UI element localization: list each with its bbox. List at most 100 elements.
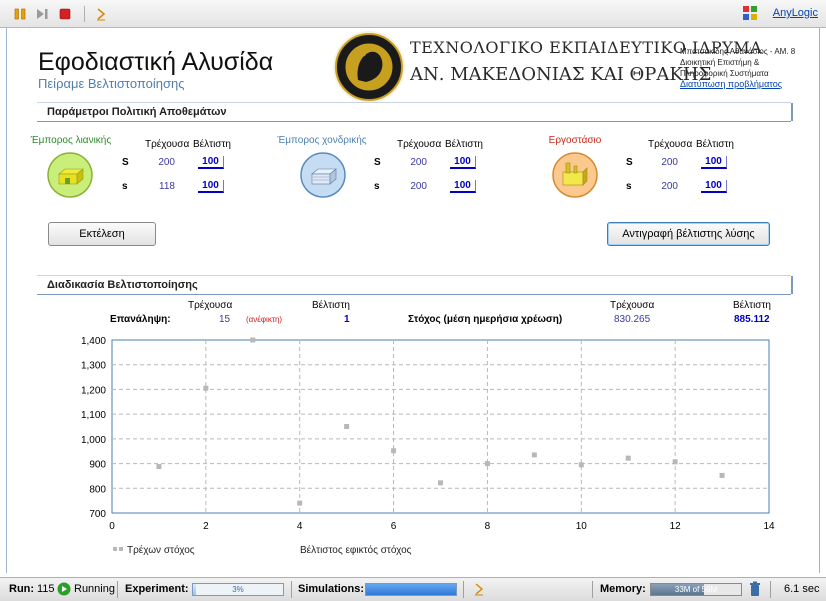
data-point	[438, 480, 443, 486]
agent-label-wholesale: Έμπορος χονδρικής	[277, 135, 367, 146]
running-status: Running	[74, 583, 115, 595]
x-tick-label: 6	[391, 521, 397, 532]
retail-S-current: 200	[158, 157, 175, 168]
x-tick-label: 0	[109, 521, 115, 532]
y-tick-label: 900	[89, 460, 106, 471]
data-point	[719, 472, 725, 478]
x-tick-label: 10	[576, 521, 588, 532]
col-best-header: Βέλτιστη	[193, 139, 231, 150]
params-section-header: Παράμετροι Πολιτική Αποθεμάτων	[37, 102, 793, 122]
retail-store-icon	[47, 152, 93, 198]
pause-icon[interactable]	[12, 6, 28, 22]
data-point	[250, 337, 256, 343]
data-point	[344, 424, 350, 429]
problem-statement-link[interactable]: Διατύπωση προβλήματος	[680, 79, 795, 90]
col-current-header: Τρέχουσα	[145, 139, 190, 150]
running-icon	[57, 582, 71, 596]
institution-name-line2: ΑΝ. ΜΑΚΕΔΟΝΙΑΣ ΚΑΙ ΘΡΑΚΗΣ	[410, 64, 712, 85]
iteration-current-header: Τρέχουσα	[188, 300, 233, 311]
factory-s-best-field[interactable]: 100	[701, 180, 727, 193]
author-line: Διοικητική Επιστήμη &	[680, 58, 760, 67]
param-s-label: s	[122, 181, 128, 192]
data-point	[625, 455, 631, 461]
col-best-header: Βέλτιστη	[445, 139, 483, 150]
anylogic-logo-icon	[743, 6, 757, 20]
section-title: Διαδικασία Βελτιστοποίησης	[47, 279, 198, 291]
x-tick-label: 8	[485, 521, 491, 532]
toolbar-separator	[84, 6, 85, 22]
y-tick-label: 1,300	[81, 361, 106, 372]
copy-best-solution-button[interactable]: Αντιγραφή βέλτιστης λύσης	[607, 222, 770, 246]
y-tick-label: 700	[89, 509, 106, 520]
param-S-label: S	[374, 157, 381, 168]
x-tick-label: 4	[297, 521, 303, 532]
experiment-label: Experiment:	[125, 583, 189, 595]
factory-icon	[552, 152, 598, 198]
simulations-progress-fill	[366, 584, 456, 595]
legend-label: Τρέχων στόχος	[127, 544, 195, 556]
data-point	[578, 462, 584, 468]
data-point	[203, 385, 209, 391]
trash-icon[interactable]	[748, 581, 762, 597]
wholesale-S-current: 200	[410, 157, 427, 168]
author-line: Πληροφορική Συστήματα	[680, 69, 769, 78]
play-outline-icon[interactable]	[472, 582, 486, 596]
agent-label-factory: Εργοστάσιο	[548, 135, 602, 146]
wholesale-s-best-field[interactable]: 100	[450, 180, 476, 193]
objective-best-value: 885.112	[734, 314, 770, 325]
legend-marker	[119, 547, 123, 551]
param-s-label: s	[626, 181, 632, 192]
x-tick-label: 2	[203, 521, 209, 532]
elapsed-time: 6.1 sec	[784, 583, 820, 595]
stop-icon[interactable]	[57, 6, 73, 22]
data-point	[156, 464, 162, 470]
university-seal-icon	[333, 31, 405, 103]
retail-s-current: 118	[159, 181, 175, 192]
data-point	[484, 461, 490, 467]
simulations-progress-bar	[365, 583, 457, 596]
factory-s-current: 200	[661, 181, 678, 192]
iteration-best-header: Βέλτιστη	[312, 300, 350, 311]
factory-S-best-field[interactable]: 100	[701, 156, 727, 169]
factory-S-current: 200	[661, 157, 678, 168]
iteration-infeasible-note: (ανέφικτη)	[246, 315, 283, 324]
col-best-header: Βέλτιστη	[696, 139, 734, 150]
run-number: 115	[37, 583, 55, 595]
anylogic-link[interactable]: AnyLogic	[773, 7, 818, 19]
play-outline-icon[interactable]	[93, 6, 109, 22]
y-tick-label: 1,400	[81, 336, 106, 347]
iteration-current-value: 15	[219, 314, 231, 325]
retail-s-best-field[interactable]: 100	[198, 180, 224, 193]
x-tick-label: 12	[670, 521, 682, 532]
author-line: Μπατσακίδης Αθανάσιος - ΑΜ. 8	[680, 47, 796, 56]
experiment-progress-text: 3%	[232, 585, 244, 594]
wholesale-S-best-field[interactable]: 100	[450, 156, 476, 169]
data-point	[672, 459, 678, 465]
data-point	[297, 500, 303, 506]
legend-label: Βέλτιστος εφικτός στόχος	[300, 544, 412, 556]
run-button[interactable]: Εκτέλεση	[48, 222, 156, 246]
memory-text: 33M of 56M	[674, 585, 718, 594]
iteration-best-value: 1	[344, 314, 350, 325]
retail-S-best-field[interactable]: 100	[198, 156, 224, 169]
col-current-header: Τρέχουσα	[397, 139, 442, 150]
objective-current-value: 830.265	[614, 314, 651, 325]
objective-current-header: Τρέχουσα	[610, 300, 655, 311]
toolbar: AnyLogic	[0, 0, 826, 28]
param-s-label: s	[374, 181, 380, 192]
objective-label: Στόχος (μέση ημερήσια χρέωση)	[408, 314, 563, 325]
wholesale-s-current: 200	[410, 181, 427, 192]
page-title: Εφοδιαστική Αλυσίδα	[38, 48, 274, 76]
wholesale-warehouse-icon	[300, 152, 346, 198]
page-subtitle: Πείραμε Βελτιστοποίησης	[38, 76, 185, 91]
x-tick-label: 14	[763, 521, 775, 532]
y-tick-label: 800	[89, 484, 106, 495]
objective-best-header: Βέλτιστη	[733, 300, 771, 311]
legend-marker	[113, 547, 117, 551]
section-title: Παράμετροι Πολιτική Αποθεμάτων	[47, 106, 227, 118]
step-icon[interactable]	[34, 6, 50, 22]
optimization-section-header: Διαδικασία Βελτιστοποίησης	[37, 275, 793, 295]
memory-label: Memory:	[600, 583, 646, 595]
memory-bar: 33M of 56M	[650, 583, 742, 596]
data-point	[391, 448, 397, 454]
